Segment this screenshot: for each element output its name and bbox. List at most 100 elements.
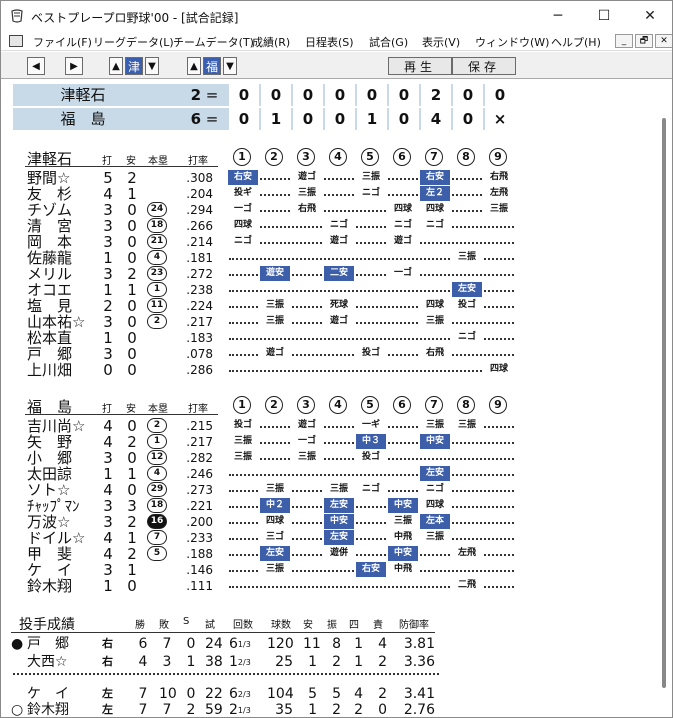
home-up-arrow-icon[interactable]: ▲ [187, 57, 201, 75]
vertical-scrollbar[interactable] [657, 80, 672, 717]
pitcher-stat: 35 [275, 702, 293, 718]
batter-row[interactable]: 小 郷 3 0 12 .282 三振 三振 投ゴ [1, 450, 657, 466]
batter-row[interactable]: 友 杉 4 1 .204 投ギ 三振 ニゴ 左２ 左飛 [1, 186, 657, 202]
at-bat-result: 遊ゴ [324, 234, 354, 249]
menu-game[interactable]: 試合(G) [369, 34, 408, 50]
mdi-minimize-button[interactable]: _ [615, 34, 633, 48]
maximize-button[interactable]: ☐ [581, 1, 627, 31]
prev-arrow-icon[interactable]: ◀ [27, 57, 45, 75]
away-up-arrow-icon[interactable]: ▲ [109, 57, 123, 75]
pitcher-stat: 3.41 [403, 686, 435, 702]
batter-row[interactable]: 清 宮 3 0 18.266 四球 ニゴ ニゴ ニゴ [1, 218, 657, 234]
batter-average: .204 [186, 187, 213, 201]
home-team-button[interactable]: 福 [203, 57, 221, 75]
document-icon[interactable] [9, 35, 23, 47]
play-button[interactable]: 再生 [388, 57, 452, 75]
menu-team-data[interactable]: チームデータ(T) [173, 34, 254, 50]
batter-row[interactable]: 山本祐☆ 3 0 2 .217 三振 遊ゴ 三振 [1, 314, 657, 330]
pitcher-stat: 1 [186, 654, 196, 670]
header-batting-average: 打率 [188, 404, 208, 415]
pitcher-stat: 1 [354, 636, 363, 652]
at-bat-result: 死球 [324, 298, 354, 313]
pitcher-row[interactable]: ケ イ左 7 10 0 22 62/3 104 5 5 4 2 3.41 [1, 686, 657, 702]
batter-row[interactable]: 戸 郷 3 0 .078 遊ゴ 投ゴ 右飛 [1, 346, 657, 362]
away-team-button[interactable]: 津 [125, 57, 143, 75]
batter-row[interactable]: 太田諒 1 1 4.246 左安 [1, 466, 657, 482]
batter-row[interactable]: 上川畑 0 0 .286 四球 [1, 362, 657, 378]
batter-row[interactable]: ソト☆ 4 0 29.273 三振 三振 ニゴ ニゴ [1, 482, 657, 498]
home-run-count-badge: 12 [147, 450, 167, 465]
batter-home-runs-cell: 12 [147, 450, 167, 465]
batter-row[interactable]: 鈴木翔 1 0 .111 二飛 [1, 578, 657, 594]
batter-at-bats: 3 [103, 497, 113, 515]
batter-row[interactable]: 佐藤龍 1 0 4 .181 三振 [1, 250, 657, 266]
pitcher-innings: 61/3 [229, 636, 251, 652]
home-down-arrow-icon[interactable]: ▼ [223, 57, 237, 75]
at-bat-result: 投ゴ [356, 450, 386, 465]
batter-row[interactable]: 矢 野 4 2 1 .217 三振 一ゴ 中３ 中安 [1, 434, 657, 450]
menu-help[interactable]: ヘルプ(H) [551, 34, 601, 50]
at-bat-result: 三振 [260, 562, 290, 577]
inning-number: 2 [265, 396, 283, 414]
scrollbar-thumb[interactable] [662, 118, 666, 688]
batter-home-runs-cell [147, 330, 167, 345]
batter-home-runs-cell [147, 562, 167, 577]
home-run-count-badge: 2 [147, 314, 167, 329]
pitcher-innings: 21/3 [229, 702, 251, 717]
close-button[interactable]: ✕ [627, 1, 672, 31]
save-button[interactable]: 保存 [452, 57, 516, 75]
batter-home-runs-cell: 1 [147, 282, 167, 297]
batter-row[interactable]: 塩 見 2 0 11 .224 三振 死球 四球 投ゴ [1, 298, 657, 314]
menu-bar: ファイル(F) リーグデータ(L) チームデータ(T) 成績(R) 日程表(S)… [1, 31, 672, 51]
at-bat-result: 投ゴ [452, 298, 482, 313]
at-bat-result: 左安 [324, 498, 354, 513]
menu-window[interactable]: ウィンドウ(W) [475, 34, 549, 50]
away-down-arrow-icon[interactable]: ▼ [145, 57, 159, 75]
pitcher-row[interactable]: ○ 鈴木翔左 7 7 2 59 21/3 35 1 2 2 0 2.76 [1, 702, 657, 718]
batter-hits: 1 [127, 465, 137, 483]
mdi-close-button[interactable]: ✕ [655, 34, 672, 48]
minimize-button[interactable]: ─ [535, 1, 581, 31]
at-bat-result: ニゴ [324, 218, 354, 233]
batter-row[interactable]: ﾁｬｯﾌﾟﾏﾝ 3 3 18 .221 中２ 左安 中安 四球 [1, 498, 657, 514]
batter-row[interactable]: チゾム 3 0 24 .294 一ゴ 右飛 四球 四球 三振 [1, 202, 657, 218]
pitcher-row[interactable]: ● 戸 郷右 6 7 0 24 61/3 120 11 8 1 4 3.81 [1, 636, 657, 652]
at-bat-result: 右飛 [420, 346, 450, 361]
menu-stats[interactable]: 成績(R) [252, 34, 290, 50]
menu-league-data[interactable]: リーグデータ(L) [93, 34, 174, 50]
batter-hits: 1 [127, 185, 137, 203]
batter-row[interactable]: 松本直 1 0 .183 ニゴ [1, 330, 657, 346]
batter-row[interactable]: 吉川尚☆ 4 0 2 .215 投ゴ 遊ゴ 一ギ 三振 三振 [1, 418, 657, 434]
batter-home-runs-cell: 7 [147, 530, 167, 545]
scoreboard-inning-score: 0 [291, 84, 323, 106]
batter-row[interactable]: ケ イ 3 1 .146 三振 右安 中飛 [1, 562, 657, 578]
batter-hits: 2 [127, 545, 137, 563]
next-arrow-icon[interactable]: ▶ [65, 57, 83, 75]
menu-file[interactable]: ファイル(F) [33, 34, 92, 50]
batter-row[interactable]: 甲 斐 4 2 5 .188 左安 遊併 中安 左飛 [1, 546, 657, 562]
batter-home-runs-cell: 24 [147, 202, 167, 217]
pitcher-stat: 59 [205, 702, 223, 718]
at-bat-result: ニゴ [356, 482, 386, 497]
pitching-column-header: 敗 [159, 620, 169, 631]
pitching-column-header: 試 [205, 620, 215, 631]
scoreboard-row: 福 島 6 = 0 1 0 0 1 0 4 0 × [13, 108, 515, 130]
mdi-restore-button[interactable]: 🗗 [635, 34, 653, 48]
batter-row[interactable]: 野間☆ 5 2 .308 右安 遊ゴ 三振 右安 右飛 [1, 170, 657, 186]
batter-row[interactable]: オコエ 1 1 1.238 左安 [1, 282, 657, 298]
batter-at-bats: 3 [103, 561, 113, 579]
batter-average: .217 [186, 435, 213, 449]
batter-home-runs-cell: 1 [147, 434, 167, 449]
batter-row[interactable]: 岡 本 3 0 21 .214 ニゴ 遊ゴ 遊ゴ [1, 234, 657, 250]
at-bat-result: 投ゴ [228, 418, 258, 433]
title-bar[interactable]: ベストプレープロ野球'00 - [試合記録] ─ ☐ ✕ [1, 1, 672, 31]
pitcher-stat: 7 [162, 636, 172, 652]
batter-row[interactable]: ドイル☆ 4 1 7 .233 三ゴ 左安 中飛 三振 [1, 530, 657, 546]
menu-view[interactable]: 表示(V) [422, 34, 460, 50]
pitcher-row[interactable]: 大西☆ 右 4 3 1 38 12/3 25 1 2 1 2 3.36 [1, 654, 657, 670]
batter-at-bats: 4 [103, 529, 113, 547]
menu-schedule[interactable]: 日程表(S) [305, 34, 354, 50]
batter-row[interactable]: 万波☆ 3 2 16 .200 四球 中安 三振 左本 [1, 514, 657, 530]
at-bat-result: 二飛 [452, 578, 482, 593]
batter-row[interactable]: メリル 3 2 23 .272 遊安 二安 一ゴ [1, 266, 657, 282]
